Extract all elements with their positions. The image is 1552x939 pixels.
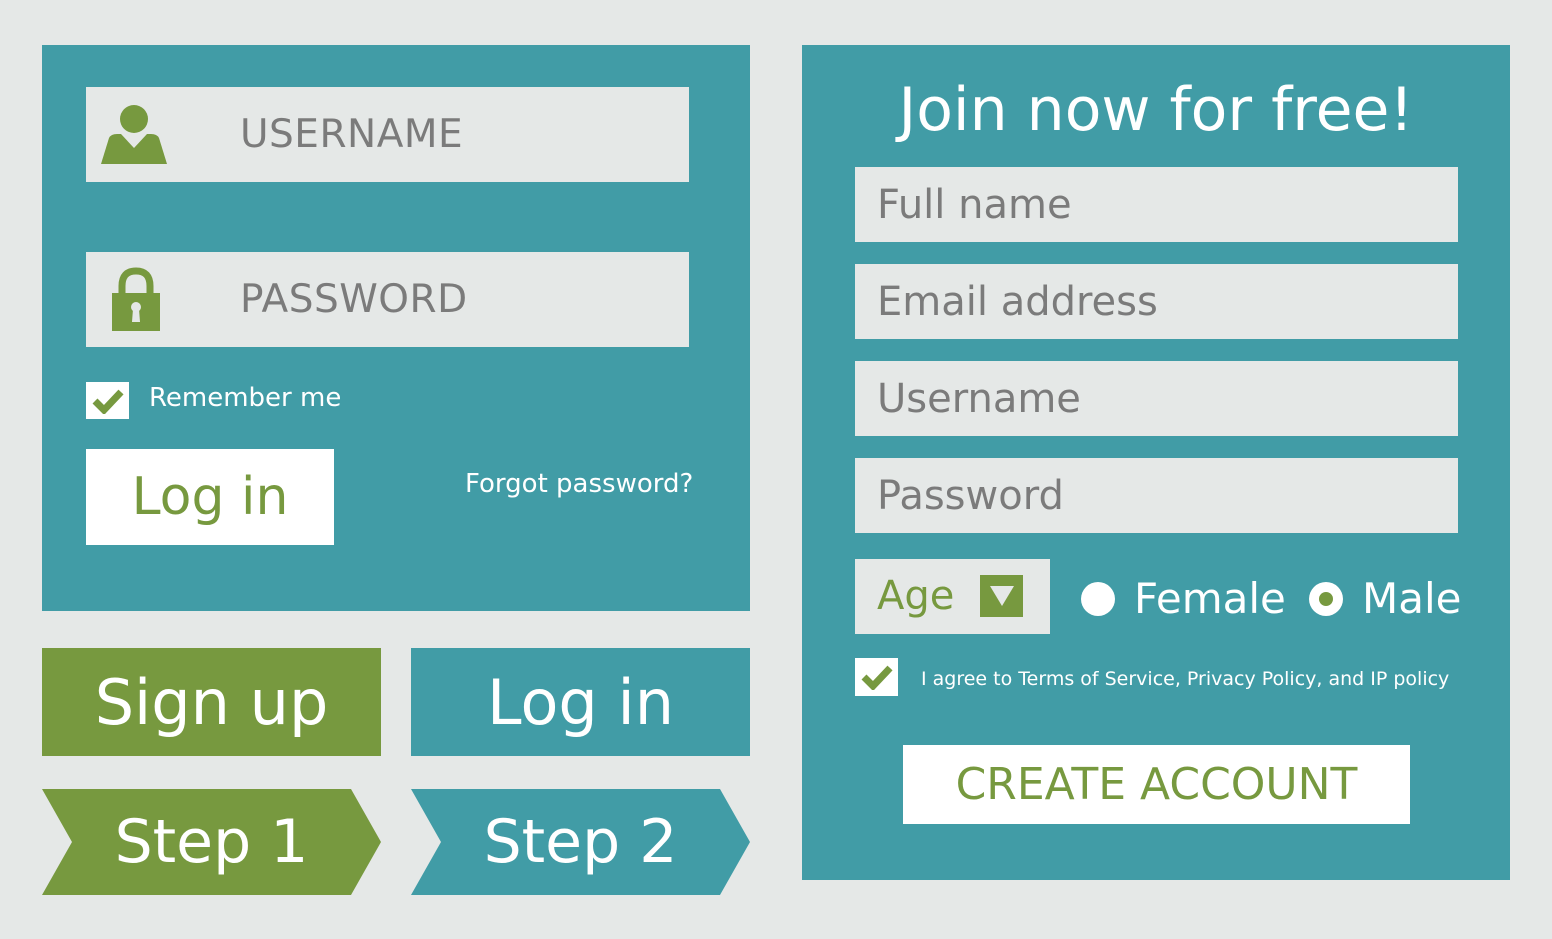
check-icon [92,389,124,414]
check-icon [861,665,893,690]
lock-icon [110,266,162,332]
female-radio-circle [1081,582,1115,616]
remember-me-label: Remember me [149,383,342,413]
terms-label: I agree to Terms of Service, Privacy Pol… [921,668,1450,690]
register-panel: Join now for free! Full name Email addre… [802,45,1510,880]
female-radio-label: Female [1134,574,1286,623]
terms-checkbox[interactable] [855,658,898,696]
female-radio[interactable]: Female [1081,574,1286,623]
username-field[interactable]: USERNAME [86,87,689,182]
email-field[interactable]: Email address [855,264,1458,339]
password-field-register[interactable]: Password [855,458,1458,533]
register-title: Join now for free! [898,75,1414,145]
male-radio-selected-dot [1319,592,1333,606]
login-big-button[interactable]: Log in [411,648,750,756]
remember-me-checkbox[interactable] [86,382,129,419]
step-2-button[interactable]: Step 2 [411,789,750,895]
password-placeholder: PASSWORD [240,277,468,322]
username-field-register[interactable]: Username [855,361,1458,436]
username-placeholder: USERNAME [240,112,464,157]
age-select-label: Age [877,573,955,619]
create-account-button[interactable]: CREATE ACCOUNT [903,745,1410,824]
login-panel: USERNAME PASSWORD Remember me Log in For… [42,45,750,611]
male-radio-label: Male [1362,574,1462,623]
male-radio-circle [1309,582,1343,616]
password-field[interactable]: PASSWORD [86,252,689,347]
step-1-button[interactable]: Step 1 [42,789,381,895]
step-1-label: Step 1 [114,807,309,877]
male-radio[interactable]: Male [1309,574,1469,623]
forgot-password-link[interactable]: Forgot password? [465,469,693,499]
login-button[interactable]: Log in [86,449,334,545]
full-name-field[interactable]: Full name [855,167,1458,242]
age-select[interactable]: Age [855,559,1050,634]
signup-button[interactable]: Sign up [42,648,381,756]
step-2-label: Step 2 [483,807,678,877]
dropdown-arrow-icon [980,575,1023,617]
user-icon [99,104,169,166]
